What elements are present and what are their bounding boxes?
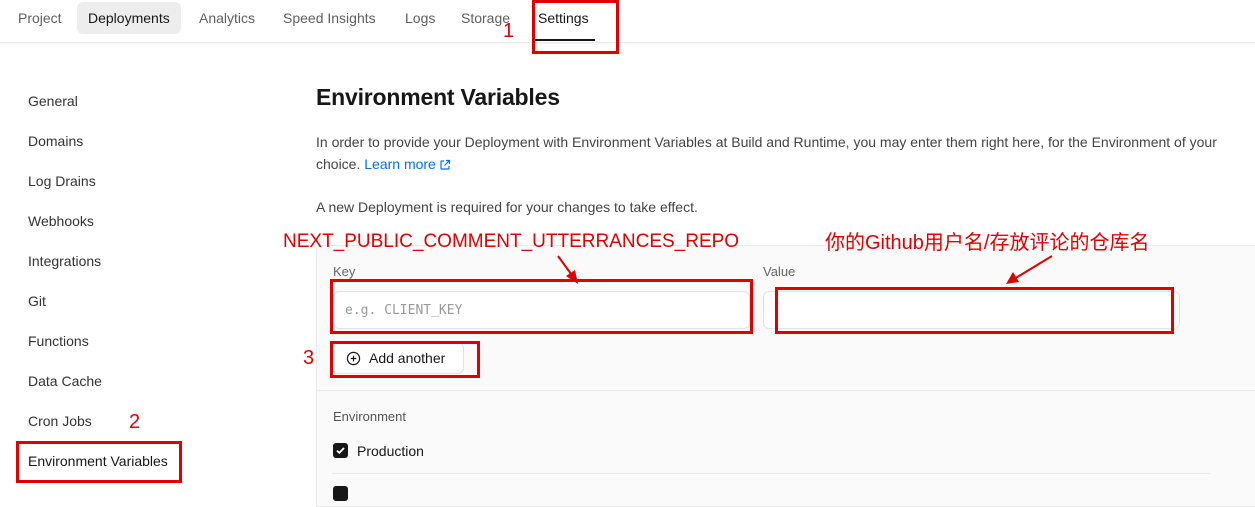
arrow-head-key xyxy=(566,270,578,284)
annotation-arrows xyxy=(557,255,1053,284)
arrow-to-value-input xyxy=(1013,255,1053,280)
